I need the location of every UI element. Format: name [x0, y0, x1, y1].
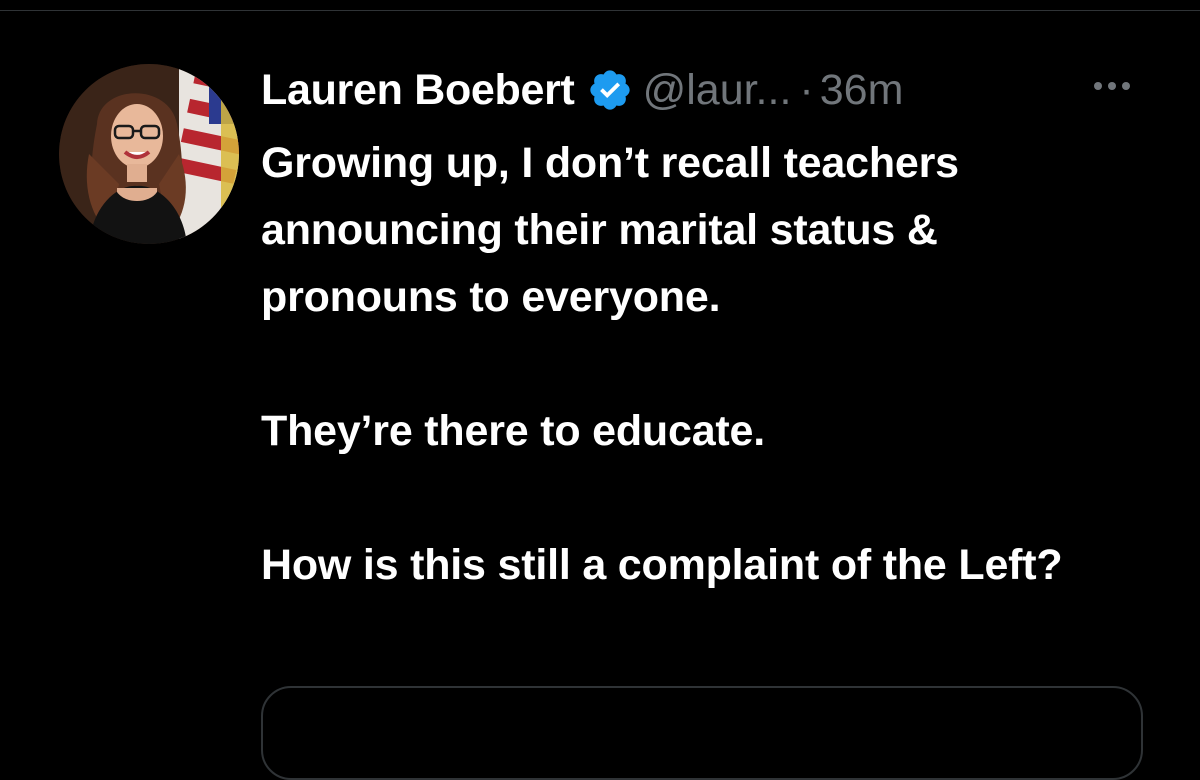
separator-dot: ·: [799, 65, 814, 114]
display-name[interactable]: Lauren Boebert: [261, 66, 575, 115]
profile-photo: [59, 64, 239, 244]
tweet-header: Lauren Boebert @laur... · 36m: [261, 62, 1161, 118]
avatar[interactable]: [59, 64, 239, 244]
tweet-paragraph: Growing up, I don’t recall teachers anno…: [261, 139, 959, 321]
flag-backdrop: [174, 64, 239, 244]
quoted-tweet-card[interactable]: [261, 686, 1143, 780]
tweet-text: Growing up, I don’t recall teachers anno…: [261, 130, 1141, 599]
timestamp[interactable]: 36m: [820, 66, 904, 115]
more-horizontal-icon: [1094, 82, 1130, 90]
tweet-paragraph: They’re there to educate.: [261, 407, 765, 455]
more-options-button[interactable]: [1082, 66, 1142, 106]
top-divider: [0, 10, 1200, 11]
user-handle[interactable]: @laur...: [643, 66, 792, 115]
tweet-paragraph: How is this still a complaint of the Lef…: [261, 541, 1063, 589]
quoted-tweet-preview: [263, 738, 1141, 758]
verified-badge-icon: [587, 67, 633, 113]
